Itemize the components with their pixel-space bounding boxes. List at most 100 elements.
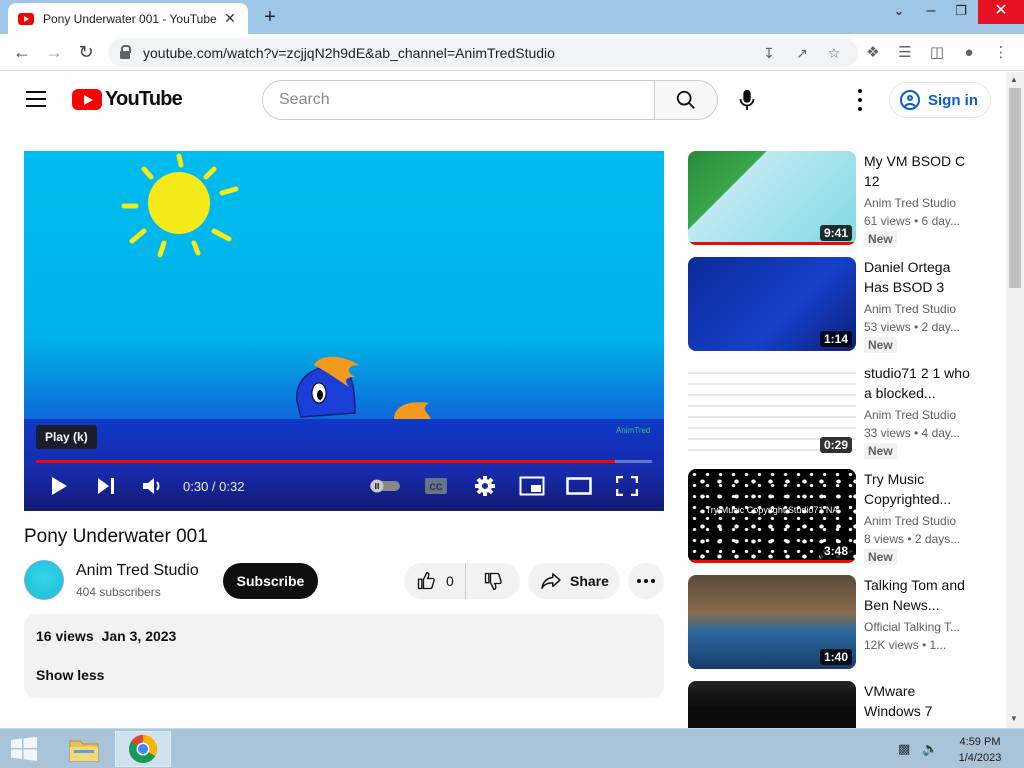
extensions-puzzle-icon[interactable]: ❖: [862, 43, 884, 65]
video-title-link[interactable]: Talking Tom and Ben News...: [864, 575, 974, 615]
media-controls-icon[interactable]: ☰: [894, 43, 916, 65]
video-title-link[interactable]: Try Music Copyrighted...: [864, 469, 974, 509]
account-circle-icon: [900, 90, 920, 110]
video-title-link[interactable]: VMware Windows 7: [864, 681, 974, 721]
captions-button[interactable]: CC: [423, 473, 449, 499]
search-button[interactable]: [655, 80, 718, 120]
video-channel-name: Official Talking T...: [864, 620, 961, 634]
bookmark-star-icon[interactable]: ☆: [823, 42, 845, 64]
video-title-link[interactable]: studio71 2 1 who a blocked...: [864, 363, 974, 403]
description-box[interactable]: 16 views Jan 3, 2023 Show less: [24, 614, 664, 698]
video-duration: 1:14: [819, 331, 852, 347]
dislike-button[interactable]: [466, 563, 520, 599]
mute-button[interactable]: [140, 473, 166, 499]
chrome-icon: [129, 734, 157, 763]
autoplay-toggle[interactable]: [368, 473, 402, 499]
recommended-video[interactable]: Try Music Copyright Studio71 NA 3:48 Try M…: [688, 469, 978, 565]
show-less-button[interactable]: Show less: [36, 667, 104, 683]
miniplayer-button[interactable]: [518, 473, 546, 499]
youtube-logo[interactable]: YouTube: [72, 88, 183, 111]
browser-toolbar: ← → ↻ youtube.com/watch?v=zcjjqN2h9dE&ab…: [0, 34, 1024, 71]
side-panel-icon[interactable]: ◫: [926, 43, 948, 65]
close-window-button[interactable]: ✕: [978, 0, 1024, 24]
recommended-video[interactable]: 1:40 Talking Tom and Ben News... Official …: [688, 575, 978, 671]
address-bar[interactable]: youtube.com/watch?v=zcjjqN2h9dE&ab_chann…: [108, 38, 858, 67]
like-dislike-group: 0: [404, 563, 520, 599]
settings-more-icon[interactable]: [850, 89, 870, 111]
video-thumbnail[interactable]: 0:29: [688, 363, 856, 457]
speaker-icon[interactable]: 🔈: [922, 741, 938, 757]
chrome-menu-icon[interactable]: ⋮: [990, 43, 1012, 65]
video-title-link[interactable]: My VM BSOD C 12: [864, 151, 974, 191]
fullscreen-button[interactable]: [614, 473, 640, 499]
youtube-play-logo-icon: [72, 89, 102, 110]
fullscreen-icon: [616, 476, 638, 496]
lock-icon: [120, 44, 131, 59]
scroll-down-icon[interactable]: ▼: [1010, 714, 1018, 723]
more-actions-button[interactable]: [628, 563, 664, 599]
scroll-up-icon[interactable]: ▲: [1010, 75, 1018, 84]
clock-date: 1/4/2023: [958, 752, 1002, 764]
like-button[interactable]: 0: [404, 563, 466, 599]
install-icon[interactable]: ↧: [758, 42, 780, 64]
svg-text:CC: CC: [430, 482, 443, 492]
video-channel-name: Anim Tred Studio: [864, 302, 957, 316]
restore-button[interactable]: ❐: [944, 0, 978, 24]
url-text[interactable]: youtube.com/watch?v=zcjjqN2h9dE&ab_chann…: [143, 45, 555, 61]
search-input[interactable]: [262, 80, 655, 120]
video-thumbnail[interactable]: 1:40: [688, 575, 856, 669]
video-thumbnail[interactable]: 1:14: [688, 257, 856, 351]
watched-progress-bar: [688, 242, 856, 245]
recommended-video[interactable]: 9:41 My VM BSOD C 12 Anim Tred Studio 61 vi…: [688, 151, 978, 247]
forward-arrow-icon[interactable]: →: [42, 41, 66, 65]
share-button[interactable]: Share: [528, 563, 620, 599]
recommended-video[interactable]: 0:29 studio71 2 1 who a blocked... Anim Tr…: [688, 363, 978, 459]
channel-name[interactable]: Anim Tred Studio: [76, 562, 199, 580]
start-windows-icon[interactable]: [10, 737, 38, 761]
file-explorer-button[interactable]: [56, 731, 112, 767]
video-meta: 12K views • 1...: [864, 638, 947, 652]
video-player[interactable]: AnimTred Play (k) 0:30 / 0:32 CC: [24, 151, 664, 511]
view-count: 16 views: [36, 628, 94, 644]
like-count: 0: [446, 573, 454, 589]
progress-bar[interactable]: [36, 460, 652, 463]
hamburger-menu-icon[interactable]: [26, 91, 46, 107]
system-clock[interactable]: 4:59 PM 1/4/2023: [950, 734, 1010, 766]
subscribe-button[interactable]: Subscribe: [223, 563, 318, 599]
video-thumbnail[interactable]: 9:41: [688, 151, 856, 245]
tab-close-icon[interactable]: ✕: [222, 10, 238, 27]
description-meta: 16 views Jan 3, 2023: [36, 628, 184, 644]
share-page-icon[interactable]: ↗: [791, 42, 813, 64]
video-duration: 0:29: [819, 437, 852, 453]
browser-tab[interactable]: Pony Underwater 001 - YouTube ✕: [8, 3, 248, 34]
new-badge: New: [864, 549, 897, 565]
video-title-link[interactable]: Daniel Ortega Has BSOD 3: [864, 257, 974, 297]
scroll-thumb[interactable]: [1009, 88, 1021, 288]
windows-taskbar: ▩ 🔈 4:59 PM 1/4/2023: [0, 728, 1024, 768]
theater-mode-button[interactable]: [565, 473, 593, 499]
voice-search-button[interactable]: [728, 81, 766, 119]
tab-search-icon[interactable]: ⌄: [882, 0, 916, 24]
play-button[interactable]: [46, 473, 72, 499]
youtube-masthead: YouTube Sign in: [0, 72, 1006, 128]
settings-button[interactable]: [472, 473, 498, 499]
back-arrow-icon[interactable]: ←: [10, 41, 34, 65]
page-scrollbar[interactable]: ▲ ▼: [1006, 72, 1024, 728]
watched-progress-bar: [688, 560, 856, 563]
recommended-video[interactable]: 1:14 Daniel Ortega Has BSOD 3 Anim Tred St…: [688, 257, 978, 353]
sign-in-button[interactable]: Sign in: [889, 82, 991, 118]
time-display: 0:30 / 0:32: [183, 479, 245, 494]
thumbs-up-icon: [417, 571, 435, 590]
reload-icon[interactable]: ↻: [74, 41, 98, 65]
video-duration: 9:41: [819, 225, 852, 241]
new-tab-button[interactable]: +: [258, 6, 282, 30]
tab-title: Pony Underwater 001 - YouTube: [43, 11, 217, 26]
profile-avatar-icon[interactable]: ●: [958, 43, 980, 65]
minimize-button[interactable]: –: [914, 0, 948, 24]
more-dot-icon: [637, 579, 641, 583]
channel-avatar[interactable]: [24, 560, 64, 600]
chrome-taskbar-button[interactable]: [115, 731, 171, 767]
network-icon[interactable]: ▩: [898, 741, 910, 757]
next-button[interactable]: [94, 473, 118, 499]
video-thumbnail[interactable]: Try Music Copyright Studio71 NA 3:48: [688, 469, 856, 563]
